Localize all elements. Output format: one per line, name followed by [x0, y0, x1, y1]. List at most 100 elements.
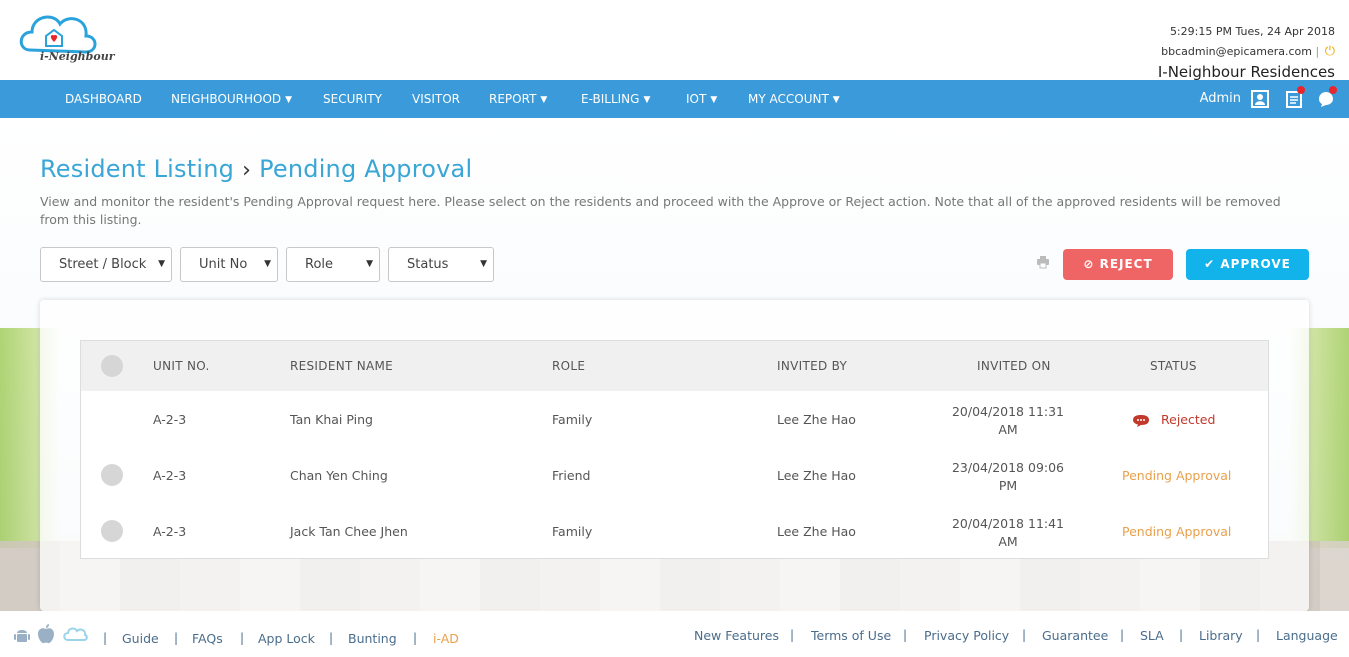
- caret-down-icon: ▼: [158, 259, 165, 269]
- caret-down-icon: ▼: [480, 259, 487, 269]
- site-name: I-Neighbour Residences: [1157, 63, 1335, 81]
- footer-separator: |: [1022, 628, 1027, 642]
- profile-icon[interactable]: [1250, 89, 1270, 109]
- cell-unit: A-2-3: [153, 468, 187, 483]
- unit-no-select[interactable]: Unit No ▼: [180, 247, 278, 282]
- check-icon: ✔: [1204, 257, 1216, 271]
- nav-neighbourhood[interactable]: NEIGHBOURHOOD ▼: [171, 80, 292, 118]
- cell-invited-on: 20/04/2018 11:31 AM: [951, 404, 1065, 437]
- nav-admin-label[interactable]: Admin: [1200, 80, 1241, 118]
- header-datetime: 5:29:15 PM Tues, 24 Apr 2018: [1169, 25, 1335, 38]
- row-select-radio[interactable]: [101, 520, 123, 542]
- footer-terms-link[interactable]: Terms of Use: [811, 628, 891, 643]
- nav-iot[interactable]: IOT ▼: [686, 80, 717, 118]
- status-select[interactable]: Status ▼: [388, 247, 494, 282]
- caret-down-icon: ▼: [832, 95, 840, 105]
- approve-button[interactable]: ✔ APPROVE: [1186, 249, 1309, 280]
- cell-role: Family: [552, 524, 593, 539]
- breadcrumb-resident-listing[interactable]: Resident Listing: [40, 155, 234, 183]
- status-badge: Pending Approval: [1122, 524, 1232, 539]
- nav-visitor[interactable]: VISITOR: [412, 80, 460, 118]
- power-icon[interactable]: ⏻: [1325, 42, 1335, 62]
- footer-privacy-link[interactable]: Privacy Policy: [924, 628, 1009, 643]
- apple-icon[interactable]: [36, 623, 56, 645]
- cell-invited-by: Lee Zhe Hao: [777, 468, 856, 483]
- footer-separator: |: [1120, 628, 1125, 642]
- breadcrumb-separator: ›: [242, 158, 252, 183]
- footer-separator: |: [790, 628, 795, 642]
- breadcrumb-current: Pending Approval: [259, 155, 473, 183]
- cell-name: Chan Yen Ching: [290, 468, 388, 483]
- cell-name: Tan Khai Ping: [290, 412, 373, 427]
- nav-my-account[interactable]: MY ACCOUNT ▼: [748, 80, 840, 118]
- table-row[interactable]: A-2-3 Tan Khai Ping Family Lee Zhe Hao 2…: [81, 391, 1268, 447]
- footer-guide-link[interactable]: Guide: [122, 631, 159, 646]
- cell-invited-on: 23/04/2018 09:06 PM: [951, 460, 1065, 493]
- cell-role: Friend: [552, 468, 591, 483]
- footer-library-link[interactable]: Library: [1199, 628, 1243, 643]
- reject-button[interactable]: ⊘ REJECT: [1063, 249, 1173, 280]
- footer-guarantee-link[interactable]: Guarantee: [1042, 628, 1108, 643]
- caret-down-icon: ▼: [540, 95, 548, 105]
- cell-unit: A-2-3: [153, 524, 187, 539]
- footer-separator: |: [1256, 628, 1261, 642]
- table-row[interactable]: A-2-3 Jack Tan Chee Jhen Family Lee Zhe …: [81, 503, 1268, 559]
- cell-name: Jack Tan Chee Jhen: [290, 524, 408, 539]
- caret-down-icon: ▼: [366, 259, 373, 269]
- footer-faqs-link[interactable]: FAQs: [192, 631, 223, 646]
- table-row[interactable]: A-2-3 Chan Yen Ching Friend Lee Zhe Hao …: [81, 447, 1268, 503]
- nav-report[interactable]: REPORT ▼: [489, 80, 547, 118]
- footer-iad-link[interactable]: i-AD: [433, 631, 459, 646]
- nav-e-billing[interactable]: E-BILLING ▼: [581, 80, 650, 118]
- select-all-radio[interactable]: [101, 355, 123, 377]
- cell-invited-on: 20/04/2018 11:41 AM: [951, 516, 1065, 549]
- ban-icon: ⊘: [1083, 257, 1095, 271]
- caret-down-icon: ▼: [264, 259, 271, 269]
- header-name[interactable]: RESIDENT NAME: [290, 341, 393, 391]
- row-select-radio[interactable]: [101, 464, 123, 486]
- header-invited-by[interactable]: INVITED BY: [777, 341, 847, 391]
- footer-separator: |: [329, 631, 334, 645]
- header-email: bbcadmin@epicamera.com: [1161, 45, 1312, 58]
- status-badge: Pending Approval: [1122, 468, 1232, 483]
- status-badge: Rejected: [1161, 412, 1216, 427]
- footer-app-lock-link[interactable]: App Lock: [258, 631, 315, 646]
- comment-icon[interactable]: [1132, 414, 1150, 428]
- footer-separator: |: [903, 628, 908, 642]
- footer-sla-link[interactable]: SLA: [1140, 628, 1164, 643]
- ineighbour-cloud-icon[interactable]: [62, 625, 88, 643]
- nav-security[interactable]: SECURITY: [323, 80, 382, 118]
- notification-dot: [1329, 86, 1337, 94]
- footer-separator: |: [174, 631, 179, 645]
- header-status[interactable]: STATUS: [1150, 341, 1197, 391]
- page-title: Resident Listing › Pending Approval: [40, 155, 472, 183]
- footer-bunting-link[interactable]: Bunting: [348, 631, 397, 646]
- footer-separator: |: [1179, 628, 1184, 642]
- cell-invited-by: Lee Zhe Hao: [777, 524, 856, 539]
- header-invited-on[interactable]: INVITED ON: [977, 341, 1051, 391]
- logo-text: i-Neighbour: [40, 50, 115, 63]
- footer-separator: |: [413, 631, 418, 645]
- header-info: 5:29:15 PM Tues, 24 Apr 2018 bbcadmin@ep…: [1158, 22, 1335, 82]
- cell-unit: A-2-3: [153, 412, 187, 427]
- caret-down-icon: ▼: [643, 95, 651, 105]
- caret-down-icon: ▼: [710, 95, 718, 105]
- top-header: i-Neighbour 5:29:15 PM Tues, 24 Apr 2018…: [0, 0, 1349, 82]
- street-block-select[interactable]: Street / Block ▼: [40, 247, 172, 282]
- print-icon[interactable]: [1036, 255, 1050, 269]
- notification-dot: [1297, 86, 1305, 94]
- header-unit[interactable]: UNIT NO.: [153, 341, 210, 391]
- table-header: UNIT NO. RESIDENT NAME ROLE INVITED BY I…: [81, 341, 1268, 391]
- header-role[interactable]: ROLE: [552, 341, 585, 391]
- footer-separator: |: [240, 631, 245, 645]
- footer-language-link[interactable]: Language: [1276, 628, 1338, 643]
- footer: | Guide | FAQs | App Lock | Bunting | i-…: [0, 611, 1349, 657]
- role-select[interactable]: Role ▼: [286, 247, 380, 282]
- page-description: View and monitor the resident's Pending …: [40, 194, 1281, 227]
- caret-down-icon: ▼: [285, 95, 293, 105]
- cell-role: Family: [552, 412, 593, 427]
- footer-new-features-link[interactable]: New Features: [694, 628, 779, 643]
- android-icon[interactable]: [12, 625, 32, 645]
- resident-table: UNIT NO. RESIDENT NAME ROLE INVITED BY I…: [80, 340, 1269, 559]
- nav-dashboard[interactable]: DASHBOARD: [65, 80, 142, 118]
